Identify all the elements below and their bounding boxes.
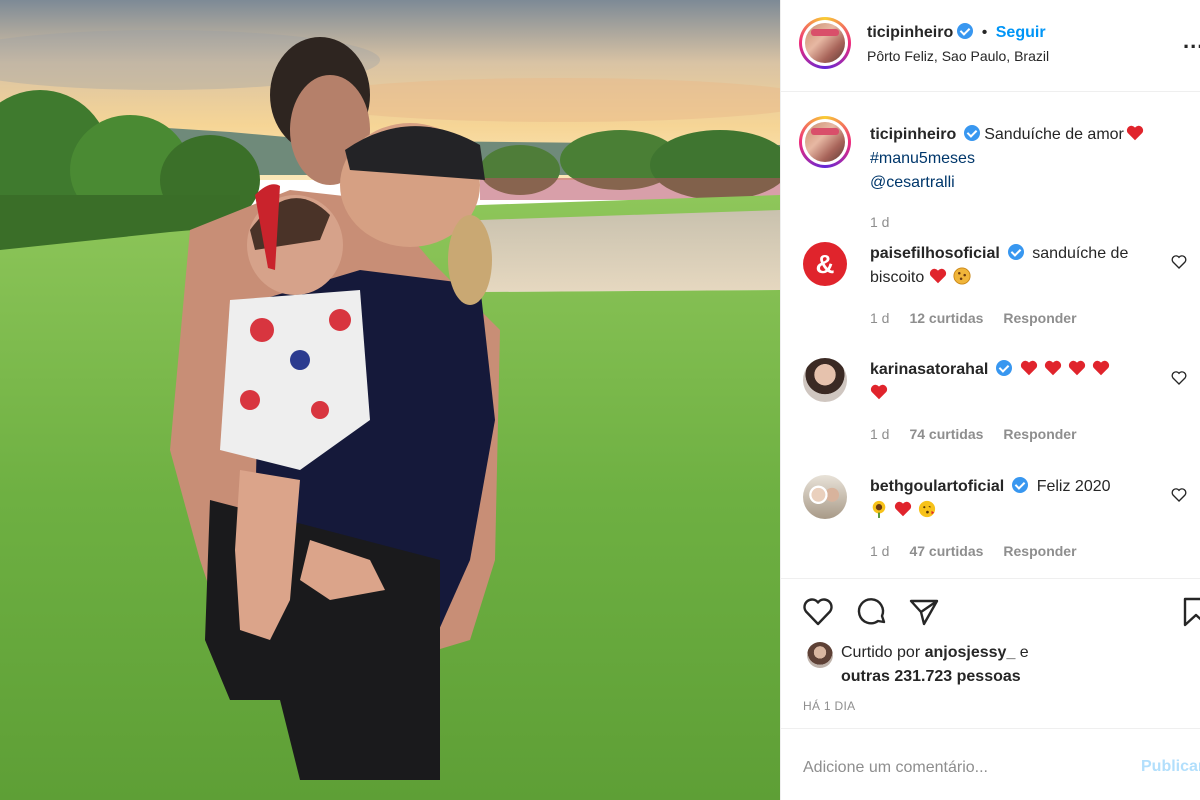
heart-outline-icon[interactable] <box>801 595 835 629</box>
bookmark-icon[interactable] <box>1179 595 1200 629</box>
face-blowing-kiss-emoji-icon <box>918 500 936 518</box>
comment-text: karinasatorahal <box>870 358 1170 406</box>
comment-body: Feliz 2020 <box>1036 478 1111 495</box>
post-photo[interactable] <box>0 0 780 800</box>
comment-username[interactable]: karinasatorahal <box>870 361 988 378</box>
follow-button[interactable]: Seguir <box>996 24 1046 41</box>
verified-badge-icon <box>964 125 981 141</box>
comment-likes[interactable]: 74 curtidas <box>909 426 983 442</box>
comment-likes[interactable]: 12 curtidas <box>909 310 983 326</box>
red-heart-emoji-icon <box>1069 360 1086 376</box>
comment-avatar[interactable]: & <box>803 242 847 286</box>
comments-list[interactable]: ticipinheiro Sanduíche de amor #manu5mese… <box>781 92 1200 578</box>
liked-by-prefix: Curtido por <box>841 644 921 661</box>
verified-badge-icon <box>996 360 1013 376</box>
likes-summary: Curtido por anjosjessy_ e outras 231.723… <box>841 641 1181 689</box>
comment-time: 1 d <box>870 543 890 559</box>
comment-meta: 1 d 74 curtidas Responder <box>870 426 1077 442</box>
verified-badge-icon <box>1012 477 1029 493</box>
comment-likes[interactable]: 47 curtidas <box>909 543 983 559</box>
post-timestamp[interactable]: HÁ 1 DIA <box>803 699 855 713</box>
comment-time: 1 d <box>870 310 890 326</box>
reply-button[interactable]: Responder <box>1003 543 1076 559</box>
comment-text: bethgoulartoficial Feliz 2020 <box>870 475 1170 523</box>
cookie-emoji-icon <box>953 267 971 285</box>
red-heart-emoji-icon <box>929 268 946 284</box>
hashtag-link[interactable]: #manu5meses <box>870 150 975 167</box>
like-comment-heart-icon[interactable] <box>1171 487 1187 503</box>
like-comment-heart-icon[interactable] <box>1171 254 1187 270</box>
comment-meta: 1 d 47 curtidas Responder <box>870 543 1077 559</box>
publish-button[interactable]: Publicar <box>1141 758 1200 776</box>
caption-body: Sanduíche de amor <box>984 126 1124 143</box>
comment-avatar[interactable] <box>803 475 847 519</box>
liked-by-connector: e <box>1019 644 1029 661</box>
like-comment-heart-icon[interactable] <box>1171 370 1187 386</box>
comment-meta: 1 d 12 curtidas Responder <box>870 310 1077 326</box>
comment-bubble-icon[interactable] <box>855 595 889 629</box>
red-heart-emoji-icon <box>870 384 888 400</box>
post-actions: Curtido por anjosjessy_ e outras 231.723… <box>781 578 1200 728</box>
verified-badge-icon <box>957 23 974 39</box>
liked-by-user[interactable]: anjosjessy_ <box>925 644 1016 661</box>
red-heart-emoji-icon <box>1045 360 1062 376</box>
post-header: ticipinheiro • Seguir Pôrto Feliz, Sao P… <box>781 0 1200 92</box>
separator-dot: • <box>981 24 988 41</box>
sunflower-emoji-icon <box>872 500 886 518</box>
author-avatar[interactable] <box>799 17 851 69</box>
red-heart-emoji-icon <box>1021 360 1038 376</box>
reply-button[interactable]: Responder <box>1003 426 1076 442</box>
caption-text: ticipinheiro Sanduíche de amor #manu5mese… <box>870 123 1190 195</box>
comment-username[interactable]: bethgoulartoficial <box>870 478 1004 495</box>
red-heart-emoji-icon <box>894 501 912 517</box>
comment-avatar[interactable] <box>803 358 847 402</box>
paper-plane-icon[interactable] <box>907 595 941 629</box>
caption-time: 1 d <box>870 214 890 230</box>
caption-username[interactable]: ticipinheiro <box>870 126 956 143</box>
author-username[interactable]: ticipinheiro <box>867 24 953 41</box>
header-user-line: ticipinheiro • Seguir <box>867 23 1046 42</box>
caption-avatar[interactable] <box>799 116 851 168</box>
red-heart-emoji-icon <box>1126 125 1143 141</box>
comment-username[interactable]: paisefilhosoficial <box>870 245 1000 262</box>
comment-time: 1 d <box>870 426 890 442</box>
mention-link[interactable]: @cesartralli <box>870 174 955 191</box>
reply-button[interactable]: Responder <box>1003 310 1076 326</box>
location-link[interactable]: Pôrto Feliz, Sao Paulo, Brazil <box>867 48 1049 64</box>
add-comment-bar: Publicar <box>781 728 1200 800</box>
more-options-icon[interactable]: ... <box>1183 28 1200 54</box>
verified-badge-icon <box>1007 244 1024 260</box>
post-image <box>0 0 780 800</box>
post-sidebar: ticipinheiro • Seguir Pôrto Feliz, Sao P… <box>780 0 1200 800</box>
red-heart-emoji-icon <box>1093 360 1110 376</box>
liked-by-avatar[interactable] <box>807 642 833 668</box>
liked-by-others[interactable]: outras 231.723 pessoas <box>841 668 1021 685</box>
comment-input[interactable] <box>803 753 1123 783</box>
comment-text: paisefilhosoficial sanduíche de biscoito <box>870 242 1170 290</box>
